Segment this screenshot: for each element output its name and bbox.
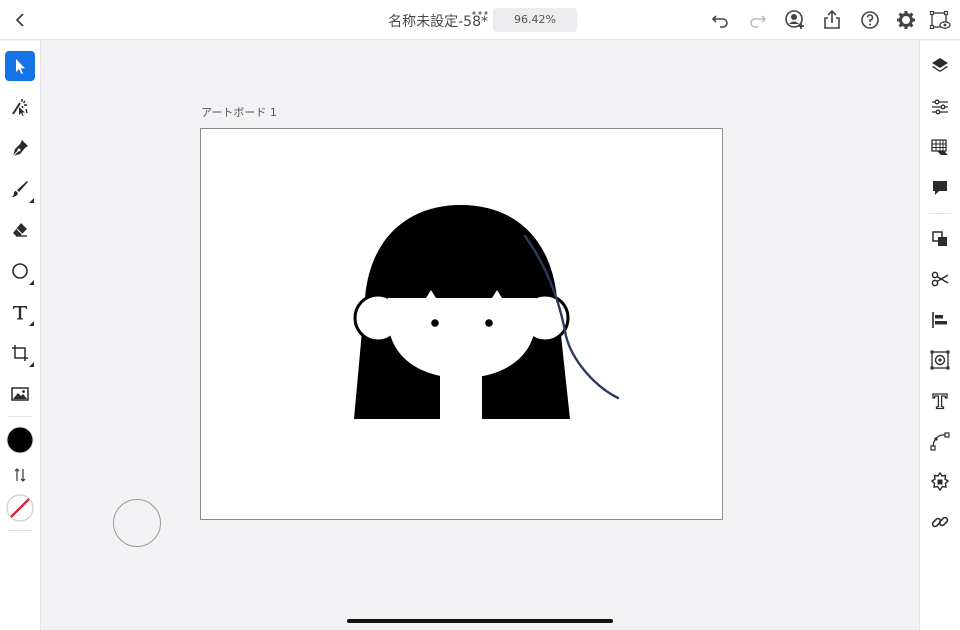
- libraries-icon: [931, 139, 948, 155]
- shape-tool[interactable]: [5, 256, 35, 286]
- pen-tool[interactable]: [5, 133, 35, 163]
- type-outline-icon: [932, 393, 948, 410]
- undo-button[interactable]: [708, 8, 732, 32]
- settings-button[interactable]: [894, 8, 918, 32]
- invite-button[interactable]: [783, 8, 807, 32]
- eraser-icon: [13, 223, 27, 237]
- repeat-icon: [930, 350, 950, 370]
- stroke-color-swatch[interactable]: [5, 493, 35, 523]
- toolbar-divider: [8, 416, 32, 417]
- transform-tool[interactable]: [5, 338, 35, 368]
- comment-icon: [933, 181, 947, 195]
- brush-icon: [12, 181, 28, 197]
- layers-icon: [932, 58, 948, 72]
- right-panel: [919, 41, 960, 630]
- align-button[interactable]: [929, 309, 951, 331]
- repeat-grid-button[interactable]: [929, 349, 951, 371]
- circle-shape-icon: [12, 263, 28, 279]
- toolbar-divider: [8, 530, 32, 531]
- sliders-icon: [932, 99, 948, 115]
- crop-transform-icon: [12, 345, 28, 361]
- panel-divider: [929, 213, 951, 214]
- type-options-button[interactable]: [929, 390, 951, 412]
- arrow-cursor-icon: [16, 59, 25, 74]
- top-bar: 名称未設定-58* 96.42%: [0, 0, 960, 40]
- preview-icon: [929, 10, 951, 30]
- girl-illustration[interactable]: [200, 128, 723, 520]
- home-indicator[interactable]: [347, 619, 613, 623]
- help-button[interactable]: [858, 8, 882, 32]
- undo-icon: [711, 15, 728, 28]
- zoom-level[interactable]: 96.42%: [493, 8, 577, 32]
- align-left-icon: [932, 312, 947, 328]
- selection-tool[interactable]: [5, 51, 35, 81]
- path-button[interactable]: [929, 430, 951, 452]
- properties-button[interactable]: [929, 96, 951, 118]
- pen-icon: [12, 140, 28, 157]
- type-icon: [13, 306, 27, 320]
- cut-button[interactable]: [929, 268, 951, 290]
- image-tool[interactable]: [5, 379, 35, 409]
- links-button[interactable]: [929, 511, 951, 533]
- touch-modifier-button[interactable]: [113, 499, 161, 547]
- no-stroke-swatch-icon: [6, 494, 34, 522]
- brush-tool[interactable]: [5, 174, 35, 204]
- share-icon: [824, 9, 840, 29]
- direct-selection-tool[interactable]: [5, 92, 35, 122]
- pattern-button[interactable]: [929, 471, 951, 493]
- document-title[interactable]: 名称未設定-58*: [300, 11, 488, 31]
- left-toolbar: [0, 41, 41, 630]
- eraser-tool[interactable]: [5, 215, 35, 245]
- document-menu-dots[interactable]: [470, 2, 490, 15]
- swap-colors-button[interactable]: [5, 460, 35, 490]
- combine-shapes-icon: [932, 231, 947, 246]
- back-button[interactable]: [8, 8, 32, 32]
- layers-button[interactable]: [929, 55, 951, 77]
- submenu-corner-icon: [29, 321, 34, 326]
- fill-color-swatch[interactable]: [5, 425, 35, 455]
- scissors-icon: [931, 271, 949, 287]
- chevron-left-icon: [15, 13, 24, 27]
- libraries-button[interactable]: [929, 136, 951, 158]
- left-eye[interactable]: [431, 319, 439, 327]
- right-eye[interactable]: [485, 319, 493, 327]
- magic-select-icon: [12, 99, 28, 116]
- pattern-icon: [930, 471, 950, 492]
- preview-button[interactable]: [928, 8, 952, 32]
- invite-icon: [785, 10, 804, 29]
- gear-icon: [897, 11, 915, 29]
- help-icon: [861, 11, 879, 29]
- comments-button[interactable]: [929, 177, 951, 199]
- redo-icon: [750, 15, 767, 28]
- submenu-corner-icon: [29, 362, 34, 367]
- share-button[interactable]: [820, 8, 844, 32]
- image-icon: [11, 387, 29, 401]
- redo-button[interactable]: [746, 8, 770, 32]
- swap-arrows-icon: [14, 468, 26, 482]
- combine-button[interactable]: [929, 228, 951, 250]
- artboard-label[interactable]: アートボード 1: [201, 104, 277, 120]
- artboard[interactable]: [200, 128, 723, 520]
- submenu-corner-icon: [29, 280, 34, 285]
- fill-swatch-icon: [6, 426, 34, 454]
- type-tool[interactable]: [5, 297, 35, 327]
- path-curve-icon: [930, 432, 950, 451]
- submenu-corner-icon: [29, 198, 34, 203]
- link-icon: [931, 516, 949, 528]
